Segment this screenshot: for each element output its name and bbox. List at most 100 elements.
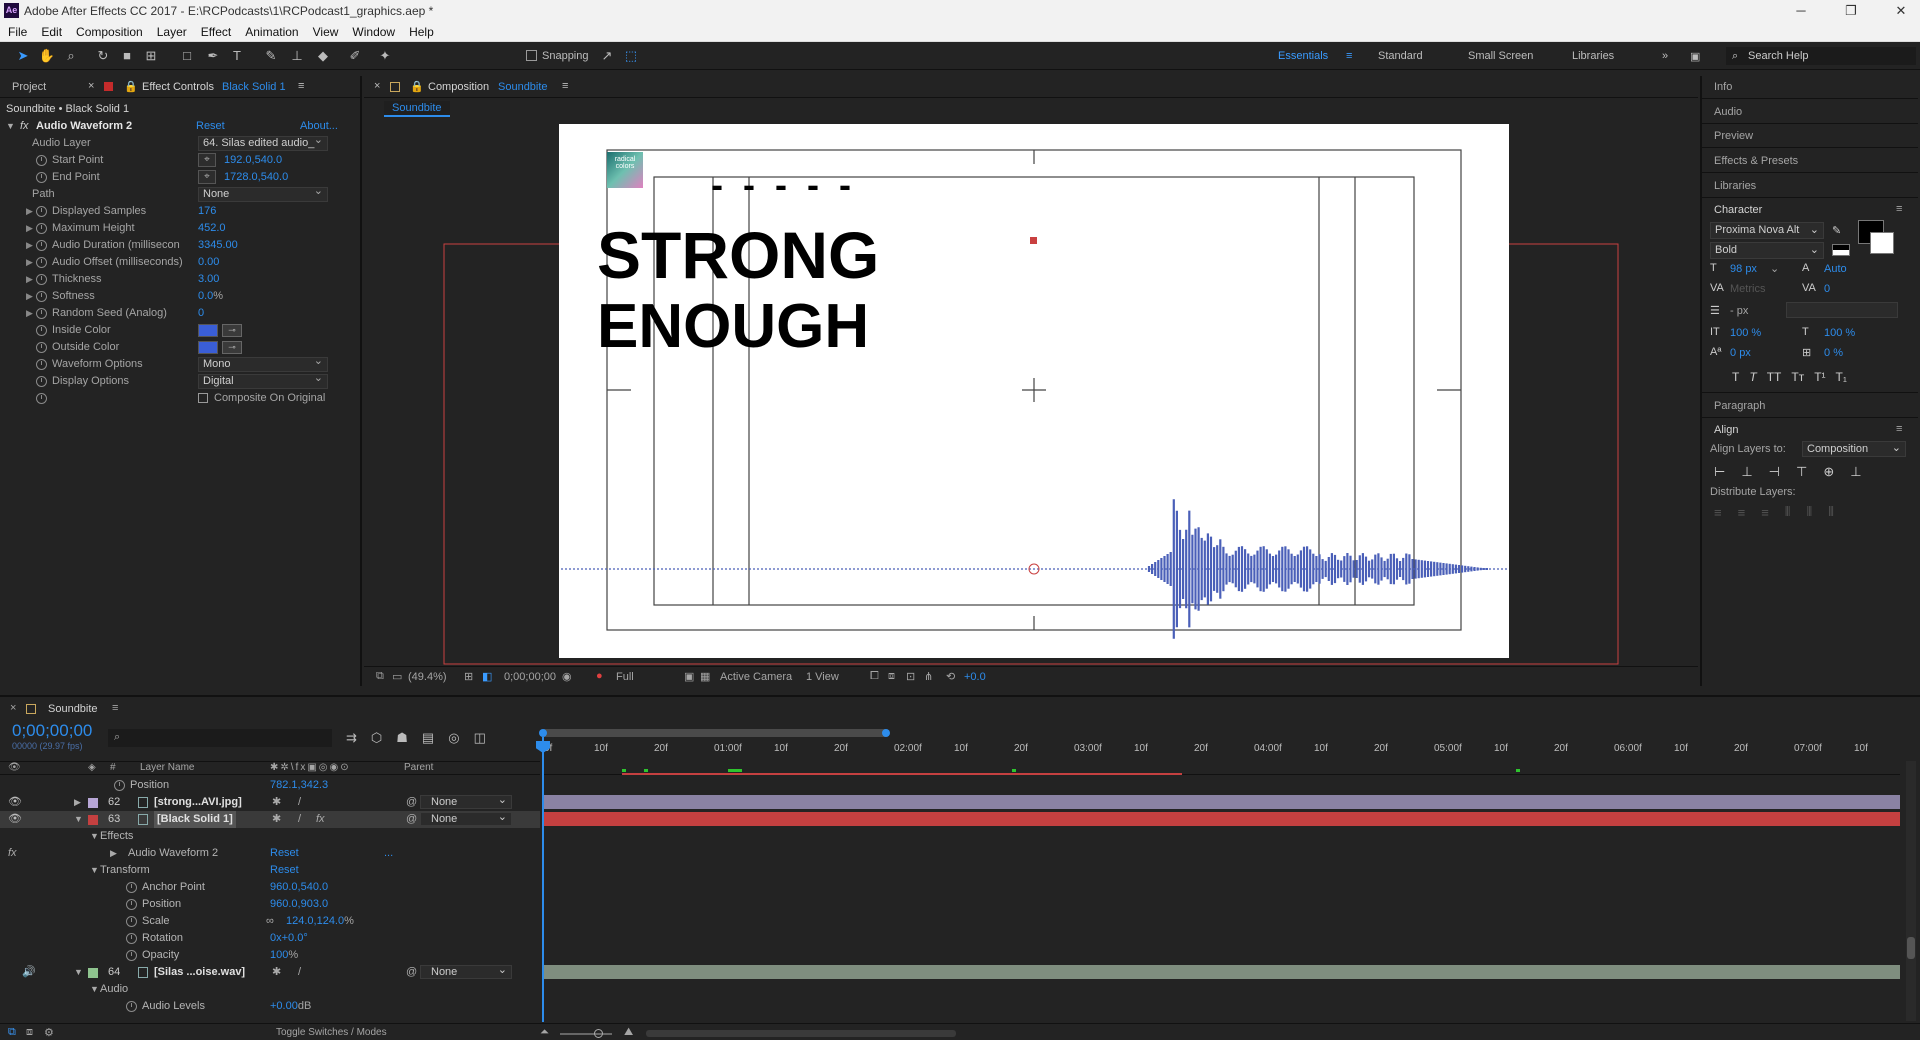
distribute-top-icon[interactable]: ≡ — [1714, 505, 1722, 520]
visibility-eye-icon[interactable]: 👁 — [8, 794, 22, 811]
property-value[interactable]: Reset — [270, 862, 299, 879]
panel-paragraph[interactable]: Paragraph — [1714, 400, 1765, 412]
expand-triangle-icon[interactable]: ▼ — [90, 828, 99, 845]
fast-preview-icon[interactable]: ⧈ — [888, 670, 895, 683]
stopwatch-icon[interactable] — [36, 393, 47, 404]
stopwatch-icon[interactable] — [36, 240, 47, 251]
eyedropper-icon[interactable]: ⊸ — [222, 341, 242, 354]
region-icon[interactable]: ◧ — [482, 670, 492, 683]
effect-layer-name[interactable]: Black Solid 1 — [222, 81, 286, 93]
marker[interactable] — [1012, 769, 1016, 772]
comp-viewer[interactable]: radical colors - - - - - STRONG ENOUGH — [364, 120, 1698, 666]
work-area-bar[interactable] — [542, 729, 888, 737]
stopwatch-icon[interactable] — [36, 155, 47, 166]
stroke-color-swatch[interactable] — [1870, 232, 1894, 254]
expand-triangle-icon[interactable]: ▶ — [26, 305, 33, 322]
comp-subtab[interactable]: Soundbite — [384, 101, 450, 117]
inside-color-swatch[interactable] — [198, 324, 218, 337]
workspace-panel-icon[interactable]: ▣ — [1690, 50, 1700, 63]
rectangle-tool-icon[interactable]: □ — [178, 47, 196, 65]
restore-icon[interactable]: ❐ — [1836, 2, 1866, 20]
snap-target-icon[interactable]: ⬚ — [622, 47, 640, 65]
property-row[interactable]: ▶ fx Audio Waveform 2 Reset... — [0, 845, 540, 862]
more-workspaces-icon[interactable]: » — [1662, 50, 1668, 62]
property-row[interactable]: Position 782.1,342.3 — [0, 777, 540, 794]
eyedropper-icon[interactable]: ✎ — [1832, 224, 1841, 237]
comp-canvas[interactable]: radical colors - - - - - STRONG ENOUGH — [559, 124, 1509, 658]
transparency-grid-icon[interactable]: ▦ — [700, 670, 710, 683]
property-row[interactable]: Position 960.0,903.0 — [0, 896, 540, 913]
snapping-checkbox[interactable] — [526, 50, 537, 61]
faux-italic-icon[interactable]: T — [1749, 370, 1756, 384]
menu-effect[interactable]: Effect — [201, 22, 231, 42]
puppet-tool-icon[interactable]: ✦ — [376, 47, 394, 65]
align-right-icon[interactable]: ⊣ — [1769, 464, 1780, 480]
expand-triangle-icon[interactable]: ▼ — [74, 964, 83, 981]
expand-triangle-icon[interactable]: ▶ — [110, 845, 117, 862]
expand-triangle-icon[interactable]: ▼ — [90, 862, 99, 879]
softness-value[interactable]: 0.0% — [198, 288, 223, 305]
transfer-controls-icon[interactable]: ⧈ — [26, 1026, 33, 1039]
distribute-right-icon[interactable]: ⦀ — [1828, 504, 1834, 520]
stopwatch-icon[interactable] — [36, 257, 47, 268]
property-group-row[interactable]: ▼ Audio — [0, 981, 540, 998]
layer-row[interactable]: 👁 ▼ 63 [Black Solid 1] ✱ / fx @ None ⌄ — [0, 811, 540, 828]
shy-icon[interactable]: ☗ — [396, 730, 408, 746]
pan-behind-tool-icon[interactable]: ⊞ — [142, 47, 160, 65]
resolution-dropdown[interactable]: Full — [616, 671, 634, 683]
display-options-dropdown[interactable]: Digital — [198, 372, 328, 389]
property-row[interactable]: Anchor Point 960.0,540.0 — [0, 879, 540, 896]
collapse-switch-icon[interactable]: ✱ — [272, 811, 281, 828]
expand-triangle-icon[interactable]: ▼ — [6, 118, 15, 135]
workspace-libraries[interactable]: Libraries — [1572, 50, 1614, 62]
waveform-options-dropdown[interactable]: Mono — [198, 355, 328, 372]
search-help-input[interactable]: ⌕ Search Help — [1726, 47, 1916, 65]
stopwatch-icon[interactable] — [36, 291, 47, 302]
layer-label-color[interactable] — [88, 798, 98, 808]
timeline-icon[interactable]: ⊡ — [906, 670, 915, 683]
stopwatch-icon[interactable] — [36, 342, 47, 353]
eyedropper-icon[interactable]: ⊸ — [222, 324, 242, 337]
property-value[interactable]: 782.1,342.3 — [270, 777, 328, 794]
property-row[interactable]: Rotation 0x+0.0° — [0, 930, 540, 947]
timeline-timecode[interactable]: 0;00;00;00 — [12, 721, 92, 741]
property-value[interactable]: 100% — [270, 947, 298, 964]
timeline-menu-icon[interactable]: ≡ — [112, 702, 118, 714]
horizontal-scale-value[interactable]: 100 % — [1824, 327, 1855, 339]
layer-row[interactable]: 🔊 ▼ 64 [Silas ...oise.wav] ✱ / @ None ⌄ — [0, 964, 540, 981]
playhead[interactable] — [542, 737, 544, 1022]
zoom-tool-icon[interactable]: ⌕ — [62, 47, 80, 65]
align-top-icon[interactable]: ⊤ — [1796, 464, 1807, 480]
flowchart-icon[interactable]: ⋔ — [924, 670, 933, 683]
stopwatch-icon[interactable] — [126, 933, 137, 944]
toggle-pixel-icon[interactable]: ⧠ — [870, 670, 879, 683]
parent-pickwhip-icon[interactable]: @ — [406, 964, 417, 981]
camera-dropdown[interactable]: Active Camera — [720, 671, 792, 683]
zoom-in-icon[interactable]: ⛰ — [624, 1026, 633, 1039]
thickness-value[interactable]: 3.00 — [198, 271, 219, 288]
expand-triangle-icon[interactable]: ▶ — [26, 237, 33, 254]
brush-tool-icon[interactable]: ✎ — [262, 47, 280, 65]
distribute-vcenter-icon[interactable]: ≡ — [1738, 505, 1746, 520]
parent-dropdown[interactable]: None ⌄ — [420, 794, 512, 809]
tab-composition[interactable]: Composition — [428, 81, 489, 93]
close-icon[interactable]: ✕ — [1886, 2, 1916, 20]
layer-name[interactable]: [Silas ...oise.wav] — [154, 964, 245, 981]
stopwatch-icon[interactable] — [126, 916, 137, 927]
distribute-bottom-icon[interactable]: ≡ — [1761, 505, 1769, 520]
outside-color-swatch[interactable] — [198, 341, 218, 354]
graph-editor-icon[interactable]: ◫ — [474, 730, 486, 746]
visibility-eye-icon[interactable]: 👁 — [8, 811, 22, 828]
layer-name[interactable]: [strong...AVI.jpg] — [154, 794, 242, 811]
motion-blur-icon[interactable]: ◎ — [448, 730, 459, 746]
clone-stamp-tool-icon[interactable]: ⊥ — [288, 47, 306, 65]
property-value[interactable]: 124.0,124.0% — [286, 913, 354, 930]
layer-switches-icon[interactable]: ⧉ — [8, 1026, 16, 1039]
property-value[interactable]: 960.0,903.0 — [270, 896, 328, 913]
property-row[interactable]: ∞ Scale 124.0,124.0% — [0, 913, 540, 930]
timeline-tab[interactable]: Soundbite — [48, 703, 98, 715]
tab-effect-controls[interactable]: Effect Controls — [142, 81, 214, 93]
selection-tool-icon[interactable]: ➤ — [14, 47, 32, 65]
layer-name[interactable]: [Black Solid 1] — [154, 811, 236, 828]
property-value[interactable]: +0.00dB — [270, 998, 311, 1015]
